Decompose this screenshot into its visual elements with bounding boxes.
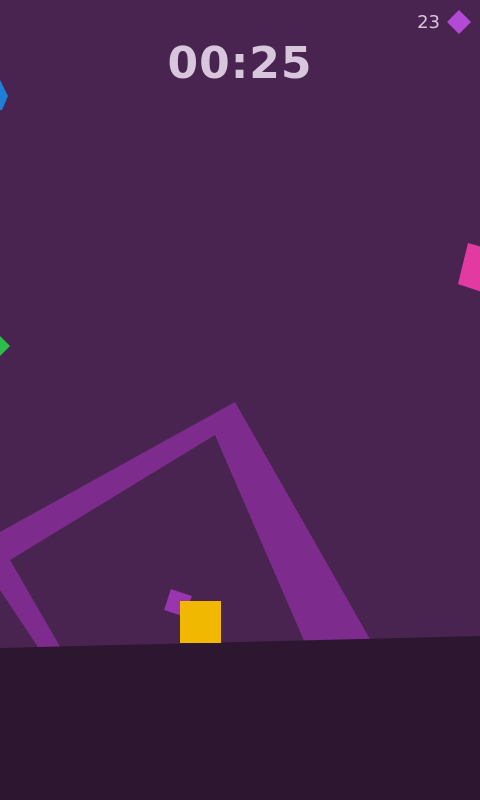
player-cube	[180, 601, 221, 643]
ground	[0, 636, 480, 800]
gem-counter: 23	[417, 8, 472, 36]
diamond-gem-icon	[447, 10, 471, 34]
game-scene	[0, 80, 480, 800]
gem-count: 23	[417, 11, 440, 33]
timer-display: 00:25	[167, 38, 313, 89]
green-block	[0, 336, 10, 356]
game-canvas[interactable]: 00:25 23	[0, 0, 480, 800]
pink-block	[458, 243, 480, 292]
